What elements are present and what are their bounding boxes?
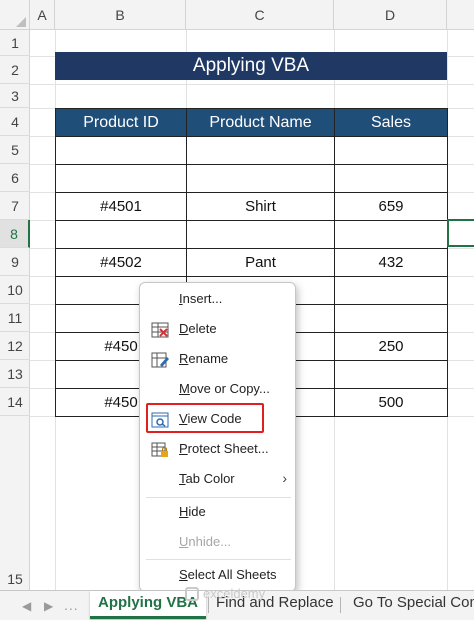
rename-sheet-icon — [151, 352, 169, 368]
row-header-6[interactable]: 6 — [0, 164, 30, 192]
sheet-context-menu: Insert... Delete Rename Move or Copy... … — [139, 282, 296, 592]
table-cell[interactable]: Shirt — [186, 192, 335, 221]
menu-label-accel: U — [179, 534, 189, 549]
table-cell[interactable]: #4501 — [55, 192, 187, 221]
row-header-14[interactable]: 14 — [0, 388, 30, 416]
watermark-text: exceldemy — [203, 586, 266, 601]
table-cell[interactable]: #4502 — [55, 248, 187, 277]
header-product-name: Product Name — [186, 108, 335, 137]
watermark: exceldemy — [185, 586, 265, 601]
tab-scroll-left-icon[interactable]: ◀ — [22, 591, 31, 620]
row-header-5[interactable]: 5 — [0, 136, 30, 164]
row-header-3[interactable]: 3 — [0, 84, 30, 108]
menu-label: nsert... — [182, 291, 223, 306]
menu-label: rotect Sheet... — [187, 441, 269, 456]
tab-scroll-right-icon[interactable]: ▶ — [44, 591, 53, 620]
table-cell[interactable] — [55, 164, 187, 193]
table-cell[interactable] — [334, 136, 448, 165]
menu-item-delete[interactable]: Delete — [140, 317, 297, 343]
table-cell[interactable] — [55, 136, 187, 165]
menu-label-accel: P — [179, 441, 188, 456]
menu-label-accel: D — [179, 321, 189, 336]
tab-divider — [340, 597, 341, 613]
menu-item-move-or-copy[interactable]: Move or Copy... — [140, 377, 297, 403]
more-tabs-icon[interactable]: ... — [64, 591, 79, 620]
row-header-2[interactable]: 2 — [0, 56, 30, 84]
menu-label: nhide... — [188, 534, 232, 549]
menu-label: ove or Copy... — [189, 381, 270, 396]
menu-label-accel: M — [179, 381, 190, 396]
column-header-bar: A B C D — [0, 0, 474, 30]
row-header-15[interactable]: 15 — [0, 568, 30, 590]
title-banner: Applying VBA — [55, 52, 447, 80]
table-cell[interactable]: Pant — [186, 248, 335, 277]
menu-item-hide[interactable]: Hide — [140, 500, 297, 526]
header-sales: Sales — [334, 108, 448, 137]
menu-item-insert[interactable]: Insert... — [140, 287, 297, 313]
menu-label-accel: R — [179, 351, 189, 366]
row-header-12[interactable]: 12 — [0, 332, 30, 360]
menu-label-accel: H — [179, 504, 189, 519]
table-row: #4502 Pant 432 — [55, 248, 448, 277]
table-cell[interactable] — [334, 360, 448, 389]
table-cell[interactable] — [186, 136, 335, 165]
menu-separator — [146, 497, 291, 498]
table-header-row: Product ID Product Name Sales — [55, 108, 448, 137]
menu-label: elect All Sheets — [187, 567, 277, 582]
menu-item-protect-sheet[interactable]: Protect Sheet... — [140, 437, 297, 463]
row-header-9[interactable]: 9 — [0, 248, 30, 276]
row-header-11[interactable]: 11 — [0, 304, 30, 332]
row-header-10[interactable]: 10 — [0, 276, 30, 304]
active-cell-indicator — [447, 219, 474, 247]
column-header-d[interactable]: D — [334, 0, 447, 30]
table-cell[interactable]: 500 — [334, 388, 448, 417]
sheet-tab-go-to-special[interactable]: Go To Special Com — [345, 591, 474, 619]
menu-item-unhide: Unhide... — [140, 530, 297, 556]
table-cell[interactable] — [334, 220, 448, 249]
protect-sheet-icon — [151, 442, 168, 457]
column-header-a[interactable]: A — [30, 0, 55, 30]
menu-item-tab-color[interactable]: Tab Color › — [140, 467, 297, 493]
menu-separator — [146, 559, 291, 560]
delete-sheet-icon — [151, 322, 169, 338]
row-header-7[interactable]: 7 — [0, 192, 30, 220]
table-row — [55, 164, 448, 193]
menu-item-rename[interactable]: Rename — [140, 347, 297, 373]
row-header-4[interactable]: 4 — [0, 108, 30, 136]
menu-label: ename — [188, 351, 229, 366]
row-header-1[interactable]: 1 — [0, 30, 30, 56]
row-header-13[interactable]: 13 — [0, 360, 30, 388]
table-cell[interactable] — [186, 164, 335, 193]
table-cell[interactable]: 432 — [334, 248, 448, 277]
table-cell[interactable] — [334, 304, 448, 333]
table-cell[interactable] — [186, 220, 335, 249]
view-code-highlight-box — [146, 403, 264, 433]
row-header-8[interactable]: 8 — [0, 220, 30, 248]
chevron-right-icon: › — [282, 470, 287, 486]
table-cell[interactable] — [55, 220, 187, 249]
exceldemy-logo-icon — [185, 586, 199, 601]
table-cell[interactable]: 250 — [334, 332, 448, 361]
table-row — [55, 220, 448, 249]
table-row — [55, 136, 448, 165]
column-header-b[interactable]: B — [55, 0, 186, 30]
table-cell[interactable] — [334, 164, 448, 193]
column-header-c[interactable]: C — [186, 0, 334, 30]
menu-label: elete — [188, 321, 217, 336]
menu-label-accel: S — [179, 567, 188, 582]
select-all-corner[interactable] — [0, 0, 30, 30]
table-cell[interactable] — [334, 276, 448, 305]
menu-label: ide — [188, 504, 206, 519]
menu-label: ab Color — [185, 471, 235, 486]
header-product-id: Product ID — [55, 108, 187, 137]
row-header-bar: 1 2 3 4 5 6 7 8 9 10 11 12 13 14 15 — [0, 30, 30, 590]
table-cell[interactable]: 659 — [334, 192, 448, 221]
table-row: #4501 Shirt 659 — [55, 192, 448, 221]
